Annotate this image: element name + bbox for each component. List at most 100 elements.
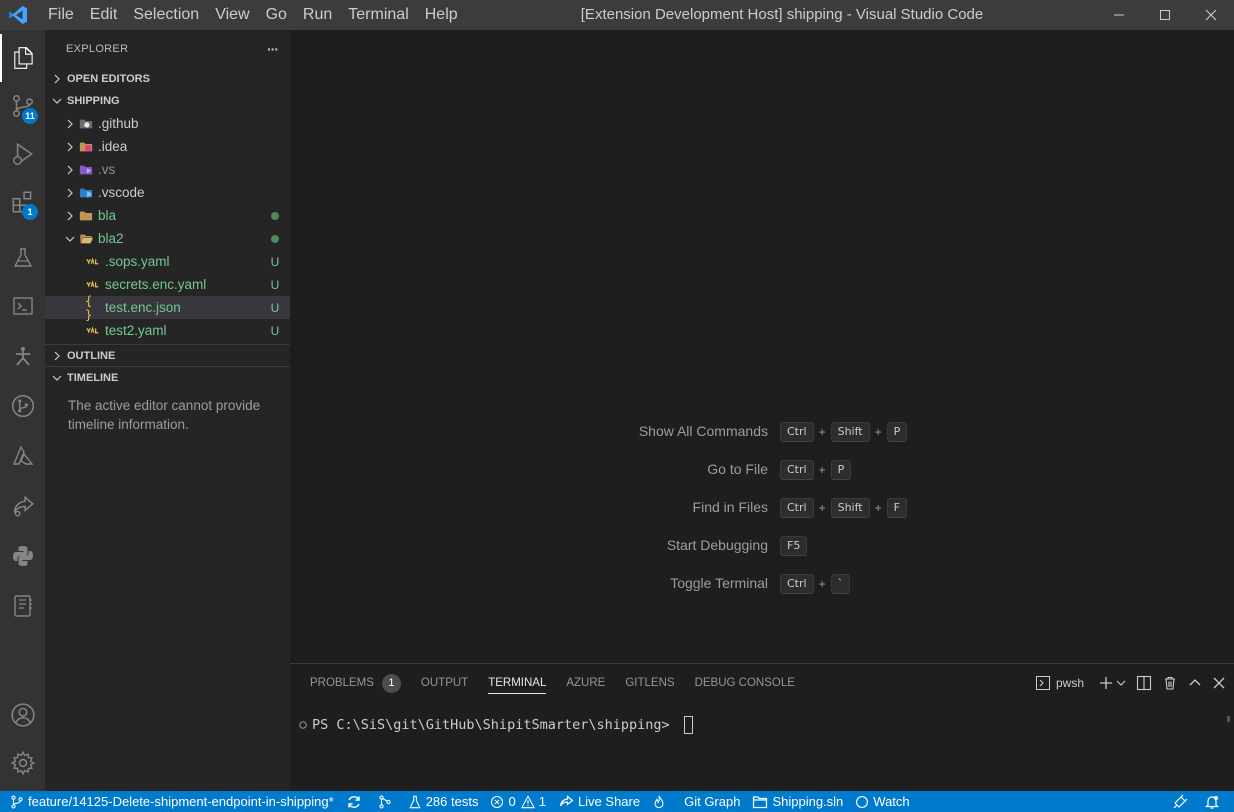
tree-folder[interactable]: bla <box>45 204 290 227</box>
status-notifications[interactable] <box>1198 791 1234 812</box>
menu-help[interactable]: Help <box>417 0 466 30</box>
close-window-button[interactable] <box>1188 0 1234 30</box>
vs-folder-icon <box>78 162 94 178</box>
minimize-button[interactable] <box>1096 0 1142 30</box>
activity-kubernetes[interactable] <box>0 332 45 380</box>
tree-folder[interactable]: .vs <box>45 158 290 181</box>
menu-edit[interactable]: Edit <box>82 0 126 30</box>
outline-title: OUTLINE <box>67 349 116 362</box>
explorer-sidebar: EXPLORER ··· OPEN EDITORS SHIPPING .gith… <box>45 30 290 791</box>
activity-manage[interactable] <box>0 739 45 787</box>
key-separator: + <box>818 501 826 515</box>
open-editors-section[interactable]: OPEN EDITORS <box>45 68 290 90</box>
kill-terminal-button[interactable] <box>1162 675 1178 691</box>
maximize-icon <box>1160 10 1170 20</box>
tree-file[interactable]: test2.yaml U <box>45 319 290 342</box>
status-solution[interactable]: Shipping.sln <box>746 791 849 812</box>
activity-explorer[interactable] <box>0 34 45 82</box>
terminal-prompt: PS C:\SiS\git\GitHub\ShipitSmarter\shipp… <box>312 717 678 733</box>
maximize-button[interactable] <box>1142 0 1188 30</box>
status-sync[interactable] <box>340 791 372 812</box>
timeline-section[interactable]: TIMELINE <box>45 366 290 388</box>
status-branch[interactable]: feature/14125-Delete-shipment-endpoint-i… <box>0 791 340 812</box>
keybinding-key: Ctrl <box>780 422 814 442</box>
status-bar: feature/14125-Delete-shipment-endpoint-i… <box>0 791 1234 812</box>
outline-section[interactable]: OUTLINE <box>45 344 290 366</box>
flame-icon <box>654 795 664 808</box>
chevron-up-icon <box>1189 679 1201 686</box>
tree-file[interactable]: { } test.enc.json U <box>45 294 290 322</box>
chevron-right-icon <box>49 71 65 87</box>
chevron-down-icon <box>1116 680 1126 686</box>
workspace-section[interactable]: SHIPPING <box>45 90 290 112</box>
source-control-badge: 11 <box>22 108 38 124</box>
tree-folder[interactable]: charts <box>45 342 290 344</box>
status-problems[interactable]: 0 1 <box>484 791 551 812</box>
menu-selection[interactable]: Selection <box>125 0 207 30</box>
chevron-right-icon <box>62 208 78 224</box>
keybinding-key: Shift <box>830 422 870 442</box>
keybinding-key: Ctrl <box>780 460 814 480</box>
status-feedback[interactable] <box>1166 791 1198 812</box>
editor-area: Show All Commands Ctrl + Shift + P Go to File C… <box>290 30 1234 663</box>
activity-notebook[interactable] <box>0 582 45 630</box>
git-status <box>260 232 290 246</box>
split-terminal-button[interactable] <box>1136 675 1152 691</box>
tab-terminal[interactable]: TERMINAL <box>478 664 556 702</box>
tab-problems[interactable]: PROBLEMS 1 <box>300 664 411 702</box>
terminal-scrollbar[interactable] <box>1227 716 1230 722</box>
activity-live-share[interactable] <box>0 482 45 530</box>
more-actions-button[interactable]: ··· <box>267 41 279 57</box>
tab-azure[interactable]: AZURE <box>556 664 615 702</box>
activity-source-control[interactable]: 11 <box>0 82 45 130</box>
status-gitlens[interactable] <box>372 791 402 812</box>
panel-actions: pwsh <box>1025 673 1226 693</box>
terminal-shell-selector[interactable]: pwsh <box>1035 675 1084 691</box>
status-tests[interactable]: 286 tests <box>402 791 485 812</box>
problems-badge: 1 <box>381 673 401 693</box>
tree-file[interactable]: .sops.yaml U <box>45 250 290 273</box>
tab-output[interactable]: OUTPUT <box>411 664 478 702</box>
tree-folder[interactable]: .vscode <box>45 181 290 204</box>
tree-folder[interactable]: .github <box>45 112 290 135</box>
git-status: U <box>270 323 280 338</box>
tree-folder[interactable]: bla2 <box>45 227 290 250</box>
tree-item-label: test2.yaml <box>105 323 167 338</box>
shortcut-label: Start Debugging <box>666 537 768 553</box>
file-tree: .github .idea .vs .vscode bla bla2 .sops.yaml U… <box>45 112 290 344</box>
tab-debug-console[interactable]: DEBUG CONSOLE <box>685 664 805 702</box>
maximize-panel-button[interactable] <box>1188 676 1202 690</box>
status-live-share[interactable]: Live Share <box>552 791 646 812</box>
menu-file[interactable]: File <box>36 0 82 30</box>
tree-folder[interactable]: .idea <box>45 135 290 158</box>
activity-extensions[interactable]: 1 <box>0 178 45 226</box>
shortcut-keys: Ctrl + P <box>780 460 852 480</box>
close-icon <box>1205 9 1217 21</box>
plus-icon <box>1100 677 1112 689</box>
activity-python[interactable] <box>0 532 45 580</box>
chevron-right-icon <box>62 116 78 132</box>
tree-item-label: .vs <box>98 162 116 177</box>
menu-terminal[interactable]: Terminal <box>340 0 416 30</box>
yaml-icon <box>85 323 101 339</box>
close-panel-button[interactable] <box>1212 676 1226 690</box>
new-terminal-button[interactable] <box>1098 675 1126 691</box>
menu-run[interactable]: Run <box>295 0 340 30</box>
status-git-graph[interactable]: Git Graph <box>676 791 746 812</box>
activity-azure[interactable] <box>0 432 45 480</box>
activity-terminal[interactable] <box>0 282 45 330</box>
status-flame[interactable] <box>646 791 676 812</box>
terminal-view[interactable]: PS C:\SiS\git\GitHub\ShipitSmarter\shipp… <box>298 716 693 734</box>
timeline-message: The active editor cannot provide timelin… <box>68 398 261 432</box>
activity-testing[interactable] <box>0 234 45 282</box>
tab-gitlens[interactable]: GITLENS <box>615 664 684 702</box>
menu-go[interactable]: Go <box>258 0 295 30</box>
circle-icon <box>856 795 869 808</box>
git-compare-icon <box>379 795 391 808</box>
menu-view[interactable]: View <box>207 0 257 30</box>
tree-file[interactable]: secrets.enc.yaml U <box>45 273 290 296</box>
activity-run-debug[interactable] <box>0 130 45 178</box>
activity-gitlens[interactable] <box>0 382 45 430</box>
status-watch[interactable]: Watch <box>849 791 915 812</box>
activity-accounts[interactable] <box>0 691 45 739</box>
